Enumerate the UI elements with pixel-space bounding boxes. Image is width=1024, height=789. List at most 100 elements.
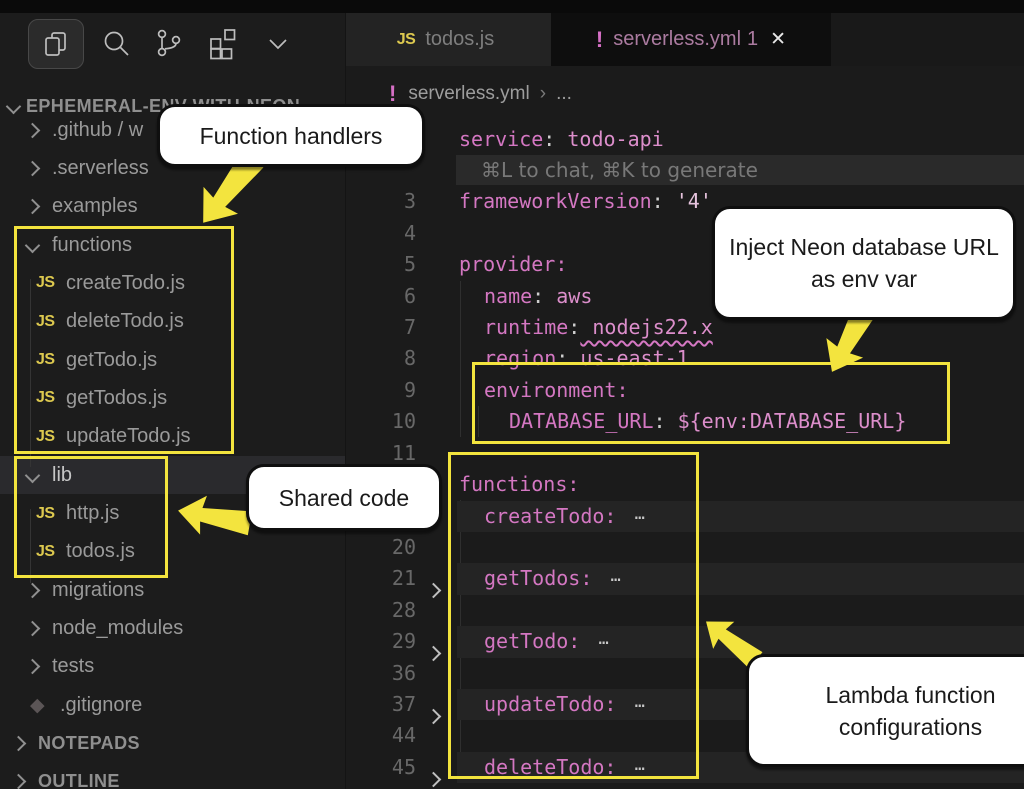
yaml-key: runtime — [484, 315, 568, 339]
yaml-file-icon: ! — [596, 27, 603, 53]
tree-item-label: examples — [52, 195, 138, 218]
tree-item-label: .serverless — [52, 157, 149, 180]
yaml-colon: : — [568, 315, 580, 339]
chevron-box — [22, 201, 42, 212]
yaml-key: provider — [459, 252, 555, 276]
vscode-window: EPHEMERAL-ENV-WITH-NEON .github / w.serv… — [0, 0, 1024, 789]
tab-bar: JS todos.js! serverless.yml 1 ✕ — [346, 13, 1024, 66]
chevron-box — [22, 585, 42, 596]
line-number: 20 — [346, 532, 416, 563]
tree-item-label: .gitignore — [60, 694, 142, 717]
close-icon[interactable]: ✕ — [770, 28, 786, 51]
tab-serverless-yml[interactable]: ! serverless.yml 1 ✕ — [551, 13, 831, 66]
yaml-key: name — [484, 284, 532, 308]
tab-label: serverless.yml — [613, 28, 741, 51]
code-line[interactable]: 52 — [346, 783, 1024, 789]
callout-function-handlers: Function handlers — [157, 104, 425, 167]
yaml-key: service — [459, 127, 543, 151]
tree-item-label: OUTLINE — [38, 771, 120, 789]
tab-todos-js[interactable]: JS todos.js — [346, 13, 551, 66]
chevron-down-icon[interactable] — [262, 30, 294, 58]
chevron-box — [8, 738, 28, 749]
code-text: runtime: nodejs22.x — [484, 312, 713, 343]
highlight-box-environment — [472, 362, 950, 444]
yaml-colon: : — [543, 127, 555, 151]
line-number: 10 — [346, 406, 416, 437]
line-number: 4 — [346, 218, 416, 249]
line-number: 5 — [346, 249, 416, 280]
chevron-right-icon — [10, 774, 26, 789]
tree-item-label: NOTEPADS — [38, 733, 140, 754]
callout-lambda-config: Lambda function configurations — [746, 654, 1024, 767]
breadcrumb-more[interactable]: ... — [556, 83, 572, 105]
breadcrumb-file[interactable]: serverless.yml — [408, 83, 529, 105]
git-icon: ◆ — [30, 694, 60, 717]
highlight-box-functions-folder — [14, 226, 234, 454]
inline-hint-text: ⌘L to chat, ⌘K to generate — [481, 155, 758, 185]
code-text: provider: — [459, 249, 567, 280]
chevron-box — [22, 163, 42, 174]
code-text: frameworkVersion: '4' — [459, 186, 712, 217]
activity-bar — [0, 18, 345, 80]
callout-shared-code: Shared code — [246, 464, 442, 531]
highlight-box-lib-folder — [14, 456, 168, 578]
line-number: 9 — [346, 375, 416, 406]
yaml-colon: : — [532, 284, 544, 308]
highlight-box-functions-config — [448, 452, 699, 779]
code-text: name: aws — [484, 281, 592, 312]
chevron-right-icon — [24, 199, 40, 215]
chevron-right-icon — [24, 621, 40, 637]
chevron-right-icon — [24, 659, 40, 675]
code-text: service: todo-api — [459, 124, 664, 155]
chevron-right-icon — [24, 582, 40, 598]
yaml-key: frameworkVersion — [459, 189, 652, 213]
chevron-box — [22, 125, 42, 136]
breadcrumb-separator: › — [540, 83, 546, 105]
line-number: 6 — [346, 281, 416, 312]
yaml-value: nodejs22.x — [580, 315, 712, 339]
chevron-right-icon — [24, 122, 40, 138]
chevron-right-icon — [24, 161, 40, 177]
line-number: 52 — [346, 783, 416, 789]
source-control-icon[interactable] — [150, 25, 186, 61]
yaml-file-icon: ! — [389, 81, 396, 107]
chevron-box — [22, 623, 42, 634]
tree-item[interactable]: node_modules — [0, 610, 367, 648]
yaml-value: aws — [544, 284, 592, 308]
line-number: 8 — [346, 343, 416, 374]
sidebar-section-outline[interactable]: OUTLINE — [0, 763, 353, 789]
line-number: 28 — [346, 595, 416, 626]
tree-item-label: .github / w — [52, 119, 143, 142]
yaml-value: todo-api — [555, 127, 663, 151]
tree-item-label: migrations — [52, 579, 144, 602]
chevron-box — [22, 661, 42, 672]
tree-item[interactable]: ◆.gitignore — [0, 686, 375, 724]
tree-item[interactable]: tests — [0, 648, 367, 686]
chevron-box — [8, 776, 28, 787]
line-number: 7 — [346, 312, 416, 343]
line-number: 29 — [346, 626, 416, 657]
breadcrumb[interactable]: ! serverless.yml › ... — [346, 66, 1024, 121]
line-number: 37 — [346, 689, 416, 720]
tree-item-label: node_modules — [52, 617, 183, 640]
yaml-colon: : — [555, 252, 567, 276]
tree-item-label: tests — [52, 655, 94, 678]
line-number: 21 — [346, 563, 416, 594]
search-icon[interactable] — [98, 25, 134, 61]
code-line[interactable]: service: todo-api — [346, 124, 1024, 155]
callout-inject-neon: Inject Neon database URL as env var — [712, 206, 1016, 320]
line-number: 3 — [346, 186, 416, 217]
line-number: 45 — [346, 752, 416, 783]
line-number: 36 — [346, 658, 416, 689]
chevron-right-icon — [10, 736, 26, 752]
extensions-icon[interactable] — [204, 25, 242, 61]
yaml-colon: : — [652, 189, 664, 213]
sidebar-section-notepads[interactable]: NOTEPADS — [0, 725, 353, 763]
explorer-icon[interactable] — [28, 19, 84, 69]
js-file-icon: JS — [397, 31, 416, 49]
line-number: 44 — [346, 720, 416, 751]
tab-problem-badge: 1 — [747, 28, 758, 51]
tab-label: todos.js — [425, 28, 494, 51]
title-bar — [0, 0, 1024, 13]
yaml-value: '4' — [664, 189, 712, 213]
